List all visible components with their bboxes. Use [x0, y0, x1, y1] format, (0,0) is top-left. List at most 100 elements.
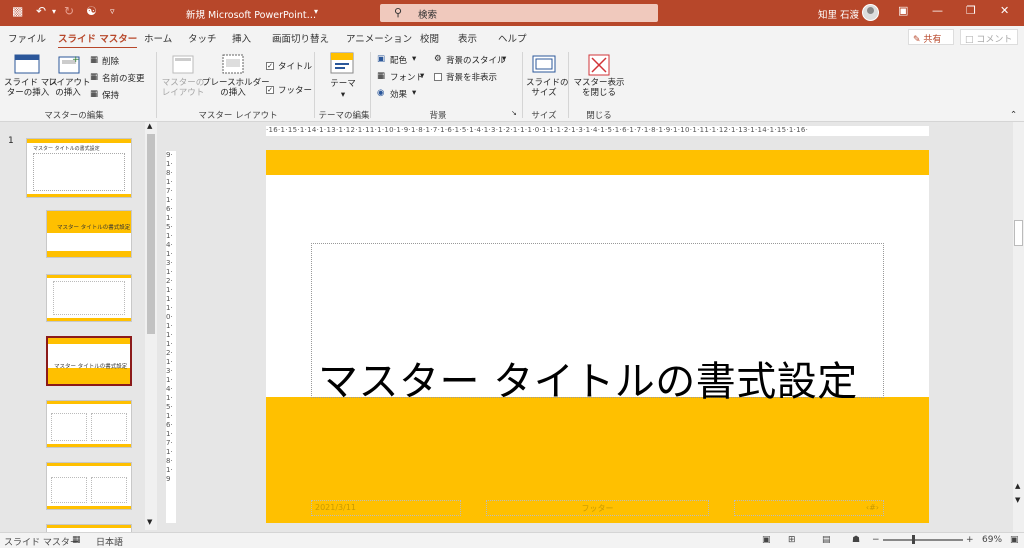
thumbnail-layout[interactable]: マスター タイトルの書式設定 [46, 210, 132, 258]
theme-dropdown-icon[interactable]: ▾ [338, 90, 348, 100]
tab-help[interactable]: ヘルプ [498, 31, 527, 45]
language-label[interactable]: 日本語 [96, 535, 123, 548]
insert-placeholder-icon [222, 54, 244, 74]
thumbnail-scrollbar[interactable]: ▲ ▼ [145, 122, 157, 530]
tab-view[interactable]: 表示 [458, 31, 477, 45]
preserve-icon: ▦ [90, 89, 99, 99]
effects-dropdown-icon[interactable]: ▾ [412, 88, 416, 98]
bg-styles-icon: ⚙ [434, 54, 442, 64]
fit-slide-icon[interactable]: ▣ [1010, 535, 1019, 545]
insert-master-button[interactable]: スライド マス ターの挿入 [4, 78, 58, 98]
save-icon[interactable]: ▩ [12, 4, 23, 18]
scrollbar-thumb[interactable] [1014, 220, 1023, 246]
share-button[interactable]: ✎ 共有 [908, 29, 954, 45]
tab-slide-master[interactable]: スライド マスター [58, 31, 138, 49]
ribbon-tabs: ファイル スライド マスター ホーム タッチ 挿入 画面切り替え アニメーション… [0, 26, 1024, 49]
group-label-master-layout: マスター レイアウト [198, 111, 278, 121]
thumbnail-layout[interactable] [46, 462, 132, 510]
slide-canvas[interactable]: マスター タイトルの書式設定 2021/3/11 フッター ‹#› [266, 150, 929, 523]
prev-slide-icon[interactable]: ▲ [1015, 482, 1020, 490]
tab-home[interactable]: ホーム [144, 31, 172, 45]
close-icon[interactable]: ✕ [1000, 4, 1009, 17]
footer-text: フッター [581, 504, 614, 513]
comment-button[interactable]: □ コメント [960, 29, 1018, 45]
slide-size-button[interactable]: スライドの サイズ [526, 78, 569, 98]
slide-number-placeholder[interactable]: ‹#› [734, 500, 884, 516]
zoom-level[interactable]: 69% [982, 535, 1002, 545]
comment-label: コメント [976, 35, 1013, 45]
fonts-dropdown-icon[interactable]: ▾ [420, 71, 424, 81]
rename-button[interactable]: 名前の変更 [102, 72, 145, 84]
spellcheck-icon[interactable]: ▦ [72, 535, 81, 545]
scroll-up-icon[interactable]: ▲ [147, 122, 152, 130]
tab-touch[interactable]: タッチ [188, 31, 217, 45]
bg-styles-button[interactable]: 背景のスタイル [446, 54, 506, 66]
footer-placeholder[interactable]: フッター [486, 500, 709, 516]
undo-dropdown-icon[interactable]: ▾ [52, 7, 56, 16]
colors-dropdown-icon[interactable]: ▾ [412, 54, 416, 64]
tab-review[interactable]: 校閲 [420, 31, 439, 45]
delete-button[interactable]: 削除 [102, 55, 119, 67]
title-checkbox-label: タイトル [278, 62, 313, 72]
thumb-band [47, 251, 131, 257]
background-dialog-launcher-icon[interactable]: ↘ [511, 109, 517, 117]
hide-bg-label: 背景を非表示 [446, 73, 498, 83]
search-placeholder: 検索 [418, 10, 438, 21]
share-label: 共有 [923, 35, 942, 45]
slide-title[interactable]: マスター タイトルの書式設定 [318, 349, 858, 407]
title-checkbox[interactable]: ✓ [266, 62, 274, 70]
title-dropdown-icon[interactable]: ▾ [314, 7, 318, 16]
date-placeholder[interactable]: 2021/3/11 [311, 500, 461, 516]
normal-view-icon[interactable]: ▣ [762, 535, 771, 545]
thumbnail-layout[interactable] [46, 400, 132, 448]
present-icon[interactable]: ☯ [86, 4, 97, 18]
bg-styles-dropdown-icon[interactable]: ▾ [502, 54, 506, 64]
tab-file[interactable]: ファイル [8, 31, 46, 45]
slide-size-icon [532, 55, 556, 73]
thumb-content-box [91, 413, 127, 441]
effects-button[interactable]: 効果 [390, 88, 407, 100]
tab-animations[interactable]: アニメーション [346, 31, 412, 45]
thumbnail-layout[interactable] [46, 274, 132, 322]
slide-sorter-icon[interactable]: ⊞ [788, 535, 796, 545]
undo-icon[interactable]: ↶ [36, 4, 46, 18]
collapse-ribbon-icon[interactable]: ⌃ [1010, 110, 1017, 120]
zoom-in-icon[interactable]: + [966, 535, 974, 545]
tab-insert[interactable]: 挿入 [232, 31, 251, 45]
customize-qat-icon[interactable]: ▿ [110, 7, 115, 17]
zoom-out-icon[interactable]: − [872, 535, 880, 545]
group-label-close: 閉じる [586, 111, 612, 121]
editor-scrollbar[interactable]: ▲ ▼ [1013, 122, 1024, 532]
thumb-content-box [51, 477, 87, 503]
colors-button[interactable]: 配色 [390, 54, 407, 66]
close-master-icon [588, 54, 610, 76]
next-slide-icon[interactable]: ▼ [1015, 496, 1020, 504]
footer-checkbox[interactable]: ✓ [266, 86, 274, 94]
insert-master-icon [14, 54, 40, 74]
thumbnail-layout-selected[interactable]: マスター タイトルの書式設定 [46, 336, 132, 386]
search-box[interactable]: ⚲ 検索 [380, 4, 658, 22]
tab-transitions[interactable]: 画面切り替え [272, 31, 329, 45]
minimize-icon[interactable]: — [932, 4, 943, 17]
user-name[interactable]: 知里 石渡 [818, 7, 859, 21]
zoom-slider[interactable] [883, 539, 963, 541]
theme-button[interactable]: テーマ [328, 79, 358, 89]
thumb-band [47, 463, 131, 466]
scroll-down-icon[interactable]: ▼ [147, 518, 152, 526]
close-master-button[interactable]: マスター表示 を閉じる [572, 78, 626, 98]
theme-icon [330, 52, 354, 74]
fonts-button[interactable]: フォント [390, 71, 424, 83]
thumbnail-master[interactable]: マスター タイトルの書式設定 [26, 138, 132, 198]
hide-bg-checkbox[interactable] [434, 73, 442, 81]
slideshow-icon[interactable]: ☗ [852, 535, 860, 545]
insert-layout-button[interactable]: レイアウト の挿入 [48, 78, 91, 98]
insert-placeholder-button[interactable]: プレースホルダー の挿入 [202, 78, 270, 98]
scrollbar-thumb[interactable] [147, 134, 155, 334]
reading-view-icon[interactable]: ▤ [822, 535, 831, 545]
restore-icon[interactable]: ❐ [966, 4, 976, 17]
redo-icon[interactable]: ↻ [64, 4, 74, 18]
thumb-band [27, 139, 131, 143]
avatar[interactable] [862, 4, 879, 21]
ribbon-display-icon[interactable]: ▣ [898, 4, 908, 17]
zoom-slider-thumb[interactable] [912, 535, 915, 544]
